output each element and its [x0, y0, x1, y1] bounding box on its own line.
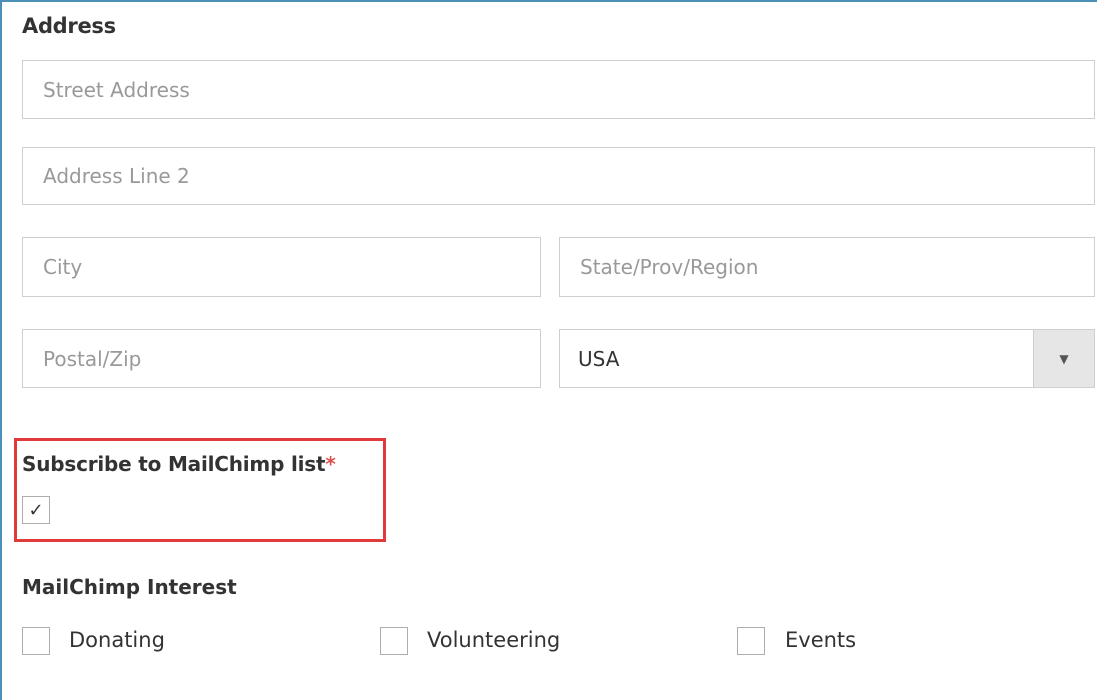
address-line2-input[interactable]: [23, 148, 1094, 204]
events-label[interactable]: Events: [785, 628, 856, 652]
volunteering-checkbox[interactable]: [380, 627, 408, 655]
volunteering-label[interactable]: Volunteering: [427, 628, 560, 652]
required-marker: *: [325, 452, 336, 476]
subscribe-checkbox[interactable]: ✓: [22, 496, 50, 524]
street-address-field[interactable]: [22, 60, 1095, 119]
state-input[interactable]: [560, 238, 1094, 296]
street-address-input[interactable]: [23, 61, 1094, 118]
address-line2-field[interactable]: [22, 147, 1095, 205]
postal-field[interactable]: [22, 329, 541, 388]
subscribe-label: Subscribe to MailChimp list*: [22, 452, 336, 476]
interest-section-title: MailChimp Interest: [22, 575, 237, 599]
checkmark-icon: ✓: [28, 499, 44, 521]
donating-checkbox[interactable]: [22, 627, 50, 655]
country-select-value: USA: [578, 346, 620, 371]
city-field[interactable]: [22, 237, 541, 297]
subscribe-label-text: Subscribe to MailChimp list: [22, 452, 326, 476]
country-select[interactable]: USA ▼: [559, 329, 1095, 388]
city-input[interactable]: [23, 238, 540, 296]
state-field[interactable]: [559, 237, 1095, 297]
donating-label[interactable]: Donating: [69, 628, 165, 652]
caret-down-icon[interactable]: ▼: [1033, 330, 1094, 387]
address-section-title: Address: [22, 14, 116, 38]
events-checkbox[interactable]: [737, 627, 765, 655]
postal-input[interactable]: [23, 330, 540, 387]
